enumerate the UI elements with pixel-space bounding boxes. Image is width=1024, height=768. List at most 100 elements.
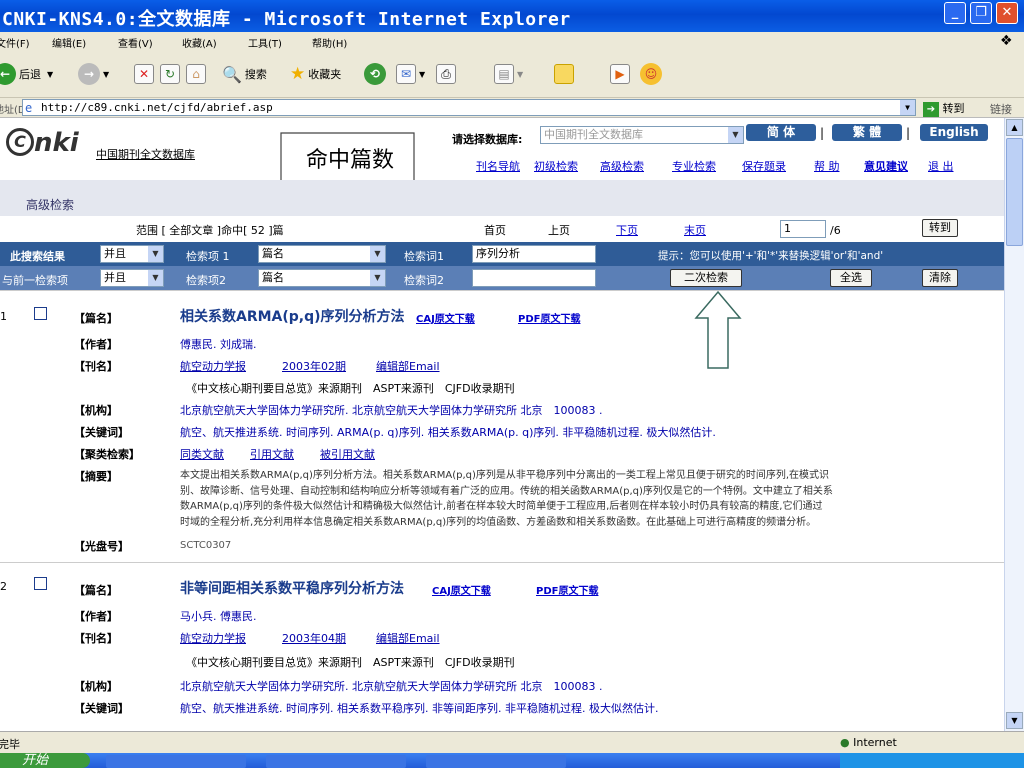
clear-button[interactable]: 清除 [922, 269, 958, 287]
r2-email[interactable]: 编辑部Email [376, 630, 440, 646]
last-page[interactable]: 末页 [684, 222, 706, 238]
mail-button[interactable]: ✉ ▼ [396, 62, 425, 86]
menu-edit[interactable]: 编辑(E) [52, 35, 86, 50]
r1-cited-by[interactable]: 被引用文献 [320, 446, 375, 462]
r2-title[interactable]: 非等间距相关系数平稳序列分析方法 [180, 578, 404, 598]
row2-field-label: 检索项2 [186, 274, 226, 287]
r1-references[interactable]: 引用文献 [250, 446, 294, 462]
r1-caj-download[interactable]: CAJ原文下载 [416, 310, 475, 325]
messenger-button[interactable]: ☺ [640, 62, 665, 86]
scroll-up-icon[interactable]: ▲ [1006, 119, 1023, 136]
next-page[interactable]: 下页 [616, 222, 638, 238]
r2-issue[interactable]: 2003年04期 [282, 630, 346, 646]
close-button[interactable]: ✕ [996, 2, 1018, 24]
nav-advanced-search[interactable]: 高级检索 [600, 158, 644, 174]
page-number-input[interactable]: 1 [780, 220, 826, 238]
nav-basic-search[interactable]: 初级检索 [534, 158, 578, 174]
up-arrow-annotation [694, 290, 742, 369]
menu-favorites[interactable]: 收藏(A) [182, 35, 217, 50]
row2-logic-select[interactable]: 并且 ▼ [100, 269, 164, 287]
db-select[interactable]: 中国期刊全文数据库 ▼ [540, 126, 744, 144]
page-total: /6 [830, 224, 841, 237]
callout-text: 命中篇数 [306, 148, 395, 173]
r2-index-note: 《中文核心期刊要目总览》来源期刊 ASPT来源刊 CJFD收录期刊 [186, 656, 515, 669]
search-button[interactable]: 🔍 搜索 [222, 62, 267, 86]
cnki-logo[interactable]: Cnki [6, 128, 79, 158]
goto-page-button[interactable]: 转到 [922, 219, 958, 237]
forward-button[interactable]: → ▼ [78, 62, 109, 86]
secondary-search-button[interactable]: 二次检索 [670, 269, 742, 287]
scroll-thumb[interactable] [1006, 138, 1023, 246]
menu-tools[interactable]: 工具(T) [248, 35, 282, 50]
r1-similar[interactable]: 同类文献 [180, 446, 224, 462]
result-1-checkbox[interactable] [34, 307, 47, 320]
r1-journal[interactable]: 航空动力学报 [180, 358, 246, 374]
vertical-scrollbar[interactable]: ▲ ▼ [1004, 118, 1024, 731]
r1-pdf-download[interactable]: PDF原文下载 [518, 310, 580, 325]
lang-english-button[interactable]: English [920, 124, 988, 141]
row2-field-select[interactable]: 篇名 ▼ [258, 269, 386, 287]
adv-search-link[interactable]: 高级检索 [26, 196, 74, 213]
stop-button[interactable]: ✕ [134, 62, 157, 86]
history-button[interactable]: ⟲ [364, 62, 389, 86]
select-all-button[interactable]: 全选 [830, 269, 872, 287]
start-button[interactable]: 开始 [0, 753, 90, 768]
r2-kw: 航空、航天推进系统. 时间序列. 相关系数平稳序列. 非等间距序列. 非平稳随机… [180, 702, 659, 715]
r2-journal[interactable]: 航空动力学报 [180, 630, 246, 646]
task-item-3[interactable] [426, 755, 566, 768]
status-text: 完毕 [0, 738, 20, 751]
menu-help[interactable]: 帮助(H) [312, 35, 347, 50]
menu-view[interactable]: 查看(V) [118, 35, 153, 50]
print-button[interactable]: ⎙ [436, 62, 459, 86]
result-2-checkbox[interactable] [34, 577, 47, 590]
minimize-button[interactable]: _ [944, 2, 966, 24]
media-button[interactable]: ▶ [610, 62, 633, 86]
status-bar: 完毕 ● Internet [0, 731, 1024, 753]
prev-page[interactable]: 上页 [548, 222, 570, 238]
r1-disc-label: 【光盘号】 [74, 540, 129, 553]
r2-author: 马小兵. 傅惠民. [180, 610, 257, 623]
back-button[interactable]: ← 后退 ▼ [0, 62, 53, 86]
address-dropdown-icon[interactable]: ▼ [900, 100, 915, 115]
nav-help[interactable]: 帮 助 [814, 158, 840, 174]
row1-logic-select[interactable]: 并且 ▼ [100, 245, 164, 263]
address-input[interactable]: e http://c89.cnki.net/cjfd/abrief.asp ▼ [22, 99, 916, 116]
links-label[interactable]: 链接 [990, 101, 1012, 117]
row1-term-input[interactable]: 序列分析 [472, 245, 596, 263]
first-page[interactable]: 首页 [484, 222, 506, 238]
row1-field-select[interactable]: 篇名 ▼ [258, 245, 386, 263]
nav-save[interactable]: 保存题录 [742, 158, 786, 174]
row2-term-input[interactable] [472, 269, 596, 287]
r1-email[interactable]: 编辑部Email [376, 358, 440, 374]
r1-abstract: 本文提出相关系数ARMA(p,q)序列分析方法。相关系数ARMA(p,q)序列是… [180, 470, 833, 528]
chevron-down-icon: ▼ [370, 246, 385, 262]
task-item-2[interactable] [266, 755, 406, 768]
forward-arrow-icon: → [78, 63, 100, 85]
r1-title[interactable]: 相关系数ARMA(p,q)序列分析方法 [180, 306, 405, 326]
r2-caj-download[interactable]: CAJ原文下载 [432, 582, 491, 597]
r1-issue[interactable]: 2003年02期 [282, 358, 346, 374]
refresh-button[interactable]: ↻ [160, 62, 183, 86]
edit-button[interactable]: ▤ ▼ [494, 62, 523, 86]
go-button[interactable]: ➔ 转到 [923, 100, 965, 117]
header-band [0, 180, 1004, 216]
lang-traditional-button[interactable]: 繁 體 [832, 124, 902, 141]
address-bar: 地址(D) e http://c89.cnki.net/cjfd/abrief.… [0, 98, 1024, 118]
star-icon: ★ [290, 64, 306, 84]
mail-icon: ✉ [396, 64, 416, 84]
home-button[interactable]: ⌂ [186, 62, 209, 86]
nav-logout[interactable]: 退 出 [928, 158, 954, 174]
r2-pdf-download[interactable]: PDF原文下载 [536, 582, 598, 597]
folder-icon [554, 64, 574, 84]
task-item-1[interactable] [106, 755, 246, 768]
scroll-down-icon[interactable]: ▼ [1006, 712, 1023, 729]
choose-db-label: 请选择数据库: [452, 133, 523, 146]
nav-feedback[interactable]: 意见建议 [864, 158, 908, 174]
nav-expert-search[interactable]: 专业检索 [672, 158, 716, 174]
nav-journal[interactable]: 刊名导航 [476, 158, 520, 174]
maximize-button[interactable]: ❐ [970, 2, 992, 24]
favorites-button[interactable]: ★ 收藏夹 [290, 62, 341, 86]
folder-button[interactable] [554, 62, 577, 86]
menu-file[interactable]: 文件(F) [0, 35, 30, 50]
lang-simplified-button[interactable]: 简 体 [746, 124, 816, 141]
